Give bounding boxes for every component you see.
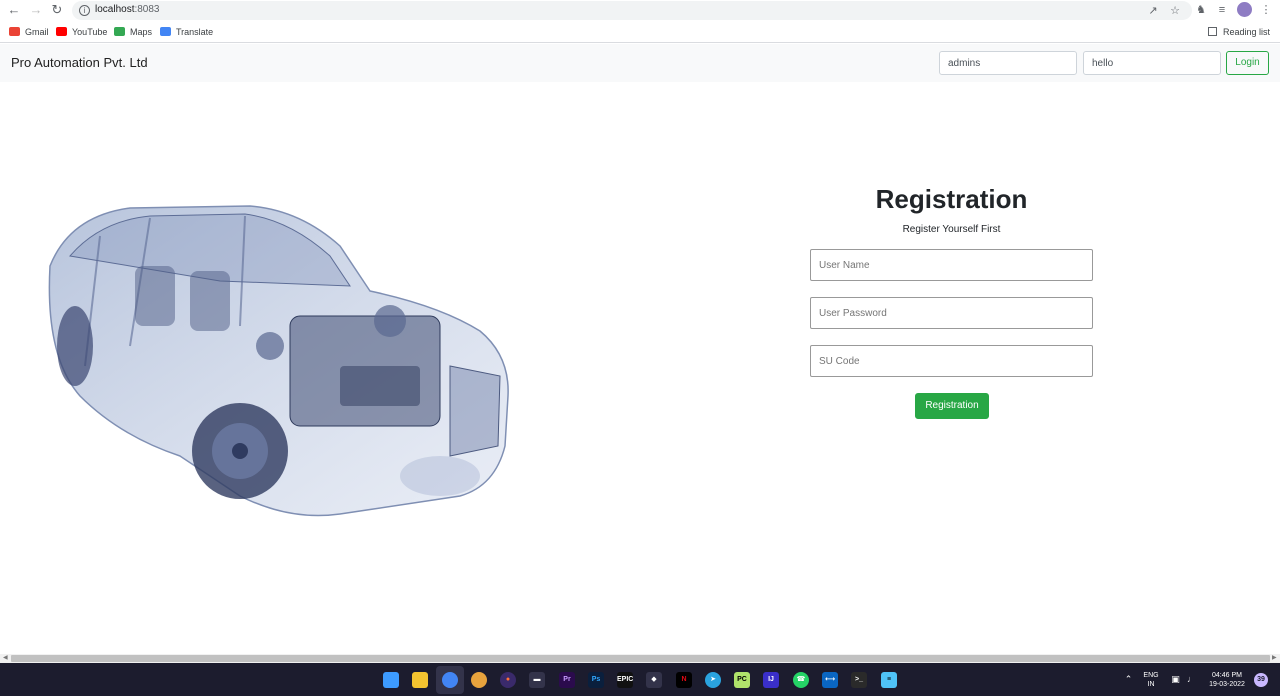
login-button[interactable]: Login (1226, 51, 1269, 75)
back-arrow-icon[interactable]: ← (6, 2, 22, 18)
file-explorer-icon[interactable] (412, 672, 428, 688)
horizontal-scrollbar[interactable]: ◀ ▶ (0, 654, 1280, 663)
address-bar[interactable]: i localhost:8083 ↗ ☆ (72, 1, 1192, 20)
terminal-icon[interactable]: >_ (851, 672, 867, 688)
extensions-icon[interactable]: ♞ (1194, 3, 1208, 17)
virtualbox-icon[interactable]: ◆ (646, 672, 662, 688)
gmail-icon (9, 27, 20, 36)
translate-icon (160, 27, 171, 36)
bookmark-star-icon[interactable]: ☆ (1168, 4, 1182, 18)
bookmark-maps[interactable]: Maps (114, 26, 152, 38)
url-text: localhost:8083 (95, 4, 160, 15)
bookmark-translate[interactable]: Translate (160, 26, 213, 38)
premiere-icon[interactable]: Pr (559, 672, 575, 688)
pycharm-icon[interactable]: PC (734, 672, 750, 688)
scroll-left-icon[interactable]: ◀ (3, 655, 8, 662)
car-xray-image (40, 196, 520, 526)
site-info-icon[interactable]: i (79, 5, 90, 16)
intellij-icon[interactable]: IJ (763, 672, 779, 688)
login-username-input[interactable] (939, 51, 1077, 75)
telegram-icon[interactable]: ➤ (705, 672, 721, 688)
vscode-icon[interactable]: ⟷ (822, 672, 838, 688)
profile-avatar[interactable] (1237, 2, 1252, 17)
reading-list-icon (1207, 27, 1217, 36)
windows-start-icon[interactable] (383, 672, 399, 688)
password-input[interactable] (810, 297, 1093, 329)
bookmarks-bar: Gmail YouTube Maps Translate Reading lis… (0, 21, 1280, 43)
bookmark-gmail[interactable]: Gmail (9, 26, 49, 38)
app-navbar: Pro Automation Pvt. Ltd Login (0, 44, 1280, 82)
browser-toolbar: ← → ↻ i localhost:8083 ↗ ☆ ♞ ≡ ⋮ (0, 0, 1280, 21)
media-control-icon[interactable]: ≡ (1215, 3, 1229, 17)
brand-name[interactable]: Pro Automation Pvt. Ltd (11, 55, 148, 70)
chrome-icon[interactable] (442, 672, 458, 688)
forward-arrow-icon[interactable]: → (28, 2, 44, 18)
epic-games-icon[interactable]: EPIC (617, 672, 633, 688)
browser-app-icon[interactable] (471, 672, 487, 688)
firefox-icon[interactable]: ● (500, 672, 516, 688)
registration-subtitle: Register Yourself First (902, 224, 1001, 235)
bookmark-youtube[interactable]: YouTube (56, 26, 107, 38)
login-password-input[interactable] (1083, 51, 1221, 75)
username-input[interactable] (810, 249, 1093, 281)
network-icon[interactable]: ▣ (1170, 674, 1181, 685)
notification-count-badge[interactable]: 39 (1254, 673, 1268, 687)
reading-list-button[interactable]: Reading list (1207, 26, 1270, 38)
notepad-icon[interactable]: ≡ (881, 672, 897, 688)
os-taskbar: ● ▬ Pr Ps EPIC ◆ N ➤ PC IJ ☎ ⟷ >_ ≡ ⌃ EN… (0, 663, 1280, 696)
whatsapp-icon[interactable]: ☎ (793, 672, 809, 688)
youtube-icon (56, 27, 67, 36)
maps-icon (114, 27, 125, 36)
netflix-icon[interactable]: N (676, 672, 692, 688)
photoshop-icon[interactable]: Ps (588, 672, 604, 688)
registration-title: Registration (875, 184, 1028, 214)
share-icon[interactable]: ↗ (1146, 4, 1160, 18)
clock[interactable]: 04:46 PM 19-03-2022 (1204, 671, 1250, 689)
tray-overflow-icon[interactable]: ⌃ (1123, 674, 1134, 685)
scroll-right-icon[interactable]: ▶ (1272, 655, 1277, 662)
volume-icon[interactable]: ♩ (1186, 674, 1197, 685)
reload-icon[interactable]: ↻ (49, 2, 65, 18)
registration-submit-button[interactable]: Registration (915, 393, 989, 419)
dev-tool-icon[interactable]: ▬ (529, 672, 545, 688)
scrollbar-thumb[interactable] (11, 655, 1270, 662)
su-code-input[interactable] (810, 345, 1093, 377)
menu-kebab-icon[interactable]: ⋮ (1259, 3, 1273, 17)
language-indicator[interactable]: ENG IN (1140, 671, 1162, 689)
